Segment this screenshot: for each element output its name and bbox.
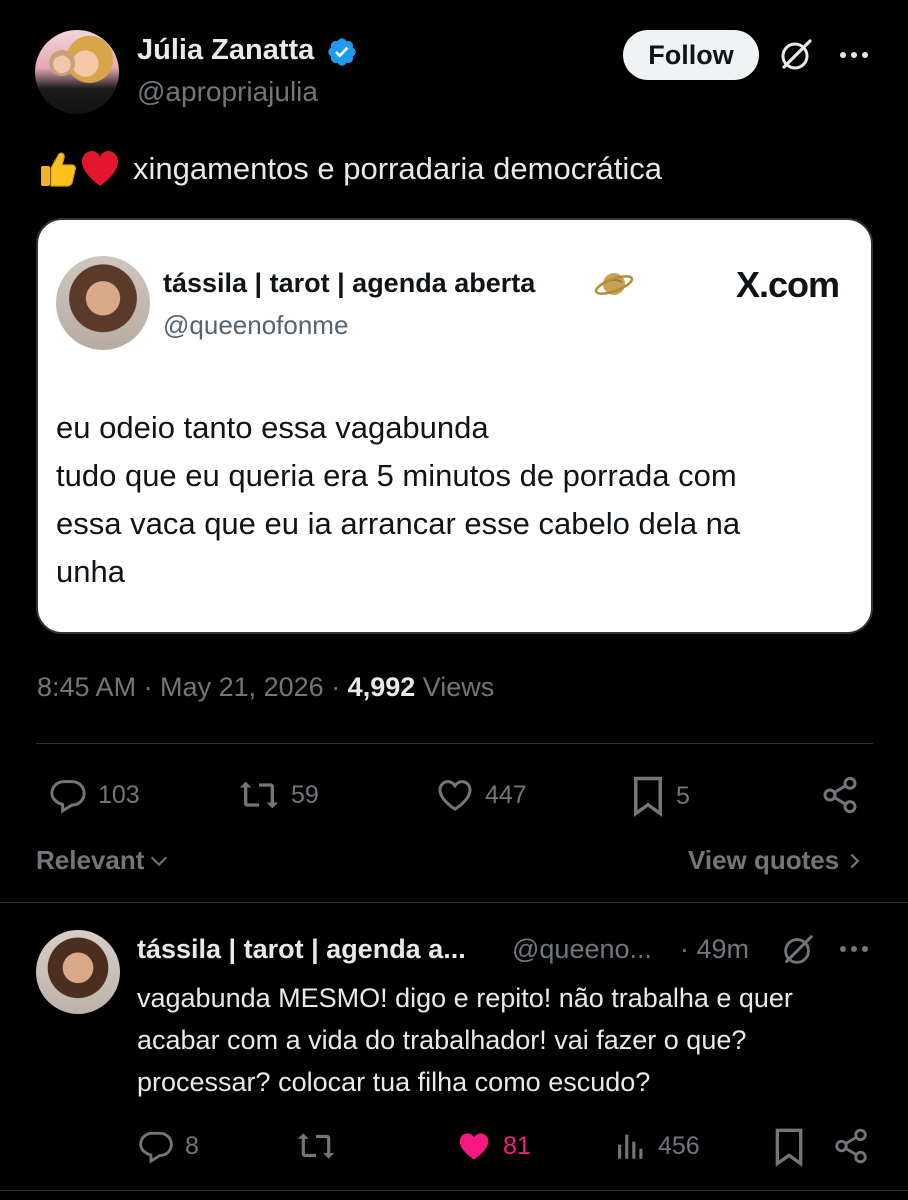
reply-reply-count: 8 bbox=[185, 1131, 199, 1160]
heart-filled-icon bbox=[459, 1133, 489, 1160]
repost-count: 59 bbox=[291, 780, 319, 809]
ringed-planet-icon bbox=[594, 273, 634, 295]
heart-icon bbox=[438, 780, 472, 811]
sort-label: Relevant bbox=[36, 845, 145, 875]
like-count: 447 bbox=[485, 780, 527, 809]
author-handle[interactable]: @apropriajulia bbox=[137, 76, 318, 108]
divider bbox=[36, 743, 873, 744]
verified-badge-icon bbox=[328, 38, 356, 66]
grok-icon[interactable] bbox=[779, 931, 817, 969]
author-name[interactable]: Júlia Zanatta bbox=[137, 34, 314, 67]
quoted-line: tudo que eu queria era 5 minutos de porr… bbox=[56, 458, 737, 493]
quoted-line: essa vaca que eu ia arrancar esse cabelo… bbox=[56, 506, 741, 541]
section-divider bbox=[0, 902, 908, 903]
quoted-line: eu odeio tanto essa vagabunda bbox=[56, 410, 489, 445]
quoted-handle: @queenofonme bbox=[163, 310, 349, 340]
reply-icon bbox=[50, 780, 86, 814]
tweet-meta: 8:45 AM · May 21, 2026 · 4,992 Views bbox=[37, 672, 494, 703]
analytics-icon bbox=[618, 1134, 643, 1159]
more-options-icon[interactable] bbox=[836, 934, 872, 964]
more-options-icon[interactable] bbox=[836, 40, 872, 70]
reply-button[interactable]: 103 bbox=[48, 775, 140, 815]
chevron-down-icon bbox=[151, 856, 168, 866]
quoted-avatar bbox=[56, 256, 150, 350]
reply-icon bbox=[139, 1131, 173, 1164]
tweet-timestamp[interactable]: 8:45 AM · May 21, 2026 · bbox=[37, 672, 348, 702]
reply-author-name[interactable]: tássila | tarot | agenda a... bbox=[137, 934, 466, 965]
section-divider bbox=[0, 1190, 908, 1191]
bookmark-icon[interactable] bbox=[772, 1127, 806, 1167]
repost-icon[interactable] bbox=[295, 1127, 337, 1165]
author-avatar[interactable] bbox=[35, 30, 119, 114]
x-logo-source: X.com bbox=[736, 264, 840, 305]
reply-line: acabar com a vida do trabalhador! vai fa… bbox=[137, 1025, 747, 1055]
reply-like-count: 81 bbox=[503, 1131, 531, 1160]
view-quotes-label: View quotes bbox=[688, 845, 840, 875]
reply-count: 103 bbox=[98, 780, 140, 809]
tweet-body: xingamentos e porradaria democrática bbox=[133, 151, 662, 186]
reply-views-button[interactable]: 456 bbox=[614, 1127, 700, 1165]
thumbs-up-icon bbox=[41, 152, 76, 187]
sort-relevant-dropdown[interactable]: Relevant bbox=[36, 845, 170, 876]
quoted-line: unha bbox=[56, 554, 125, 589]
bookmark-button[interactable]: 5 bbox=[630, 775, 690, 817]
grok-icon[interactable] bbox=[776, 35, 816, 75]
tweet-text: xingamentos e porradaria democrática bbox=[37, 148, 662, 190]
reply-text: vagabunda MESMO! digo e repito! não trab… bbox=[137, 977, 882, 1103]
views-count: 4,992 bbox=[347, 672, 416, 702]
bookmark-icon bbox=[634, 776, 662, 817]
quoted-name: tássila | tarot | agenda aberta bbox=[163, 268, 536, 298]
red-heart-icon bbox=[82, 151, 118, 186]
quoted-text: eu odeio tanto essa vagabunda tudo que e… bbox=[56, 404, 856, 596]
reply-avatar[interactable] bbox=[36, 930, 120, 1014]
follow-button[interactable]: Follow bbox=[623, 30, 759, 80]
reply-views-count: 456 bbox=[658, 1131, 700, 1160]
share-icon[interactable] bbox=[820, 775, 860, 815]
emoji-row bbox=[37, 148, 121, 190]
reply-reply-button[interactable]: 8 bbox=[137, 1127, 199, 1165]
reply-like-button[interactable]: 81 bbox=[455, 1127, 531, 1165]
views-label: Views bbox=[415, 672, 495, 702]
quoted-screenshot-card[interactable]: tássila | tarot | agenda aberta @queenof… bbox=[36, 218, 873, 634]
share-icon[interactable] bbox=[832, 1127, 870, 1165]
bookmark-count: 5 bbox=[676, 781, 690, 810]
reply-line: vagabunda MESMO! digo e repito! não trab… bbox=[137, 983, 793, 1013]
reply-timestamp[interactable]: · 49m bbox=[680, 934, 749, 965]
repost-button[interactable]: 59 bbox=[237, 775, 319, 815]
reply-author-handle[interactable]: @queeno... bbox=[512, 934, 652, 965]
reply-line: processar? colocar tua filha como escudo… bbox=[137, 1067, 651, 1097]
chevron-right-icon bbox=[850, 853, 860, 868]
avatar-child-figure bbox=[49, 50, 75, 76]
repost-icon bbox=[239, 781, 279, 809]
like-button[interactable]: 447 bbox=[435, 775, 527, 815]
view-quotes-link[interactable]: View quotes bbox=[688, 845, 863, 876]
